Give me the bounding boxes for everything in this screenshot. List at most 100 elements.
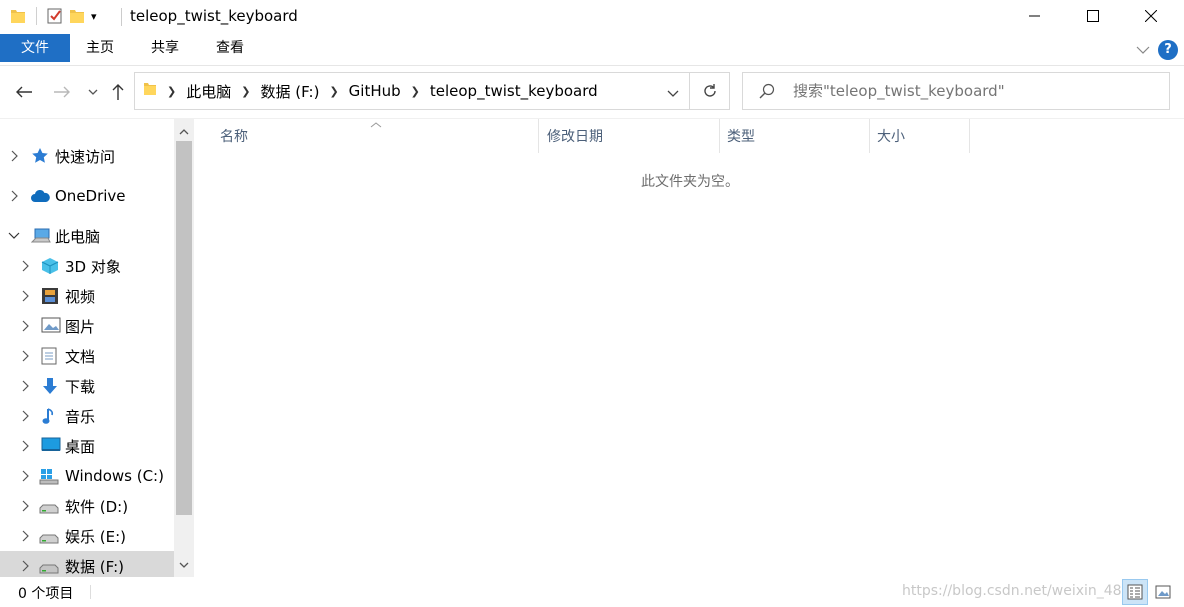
desktop-icon bbox=[41, 437, 61, 455]
breadcrumb: ❯ 此电脑 ❯ 数据 (F:) ❯ GitHub ❯ teleop_twist_… bbox=[143, 73, 604, 109]
tab-share[interactable]: 共享 bbox=[135, 34, 195, 62]
chevron-right-icon[interactable] bbox=[19, 470, 31, 482]
chevron-down-icon bbox=[88, 89, 98, 95]
cube-icon bbox=[41, 257, 59, 275]
large-icons-view-button[interactable] bbox=[1150, 579, 1176, 605]
arrow-left-icon bbox=[16, 86, 32, 98]
sidebar-item-downloads[interactable]: 下载 bbox=[0, 371, 174, 401]
sidebar-item-label: 桌面 bbox=[65, 437, 96, 456]
chevron-right-icon[interactable] bbox=[19, 350, 31, 362]
address-bar[interactable]: ❯ 此电脑 ❯ 数据 (F:) ❯ GitHub ❯ teleop_twist_… bbox=[134, 72, 690, 110]
watermark: https://blog.csdn.net/weixin_48 bbox=[902, 583, 1122, 599]
quick-access-toolbar: ▾ bbox=[10, 7, 97, 25]
chevron-right-icon[interactable] bbox=[19, 380, 31, 392]
scrollbar-thumb[interactable] bbox=[176, 141, 192, 515]
sidebar-item-label: 下载 bbox=[65, 377, 96, 396]
breadcrumb-current[interactable]: teleop_twist_keyboard bbox=[424, 82, 604, 100]
tab-file[interactable]: 文件 bbox=[0, 34, 70, 62]
tab-view[interactable]: 查看 bbox=[200, 34, 260, 62]
refresh-button[interactable] bbox=[690, 72, 730, 110]
chevron-right-icon[interactable] bbox=[8, 190, 20, 202]
chevron-right-icon[interactable]: ❯ bbox=[325, 85, 342, 98]
chevron-right-icon[interactable] bbox=[19, 290, 31, 302]
breadcrumb-this-pc[interactable]: 此电脑 bbox=[180, 81, 237, 102]
expand-ribbon-icon[interactable] bbox=[1136, 43, 1150, 59]
file-list: 名称 修改日期 类型 大小 此文件夹为空。 bbox=[196, 119, 1184, 577]
maximize-button[interactable] bbox=[1064, 0, 1122, 32]
column-header-date-modified[interactable]: 修改日期 bbox=[540, 119, 720, 153]
sidebar-item-3d-objects[interactable]: 3D 对象 bbox=[0, 251, 174, 281]
search-input[interactable] bbox=[793, 81, 1153, 101]
arrow-up-icon bbox=[112, 84, 124, 100]
chevron-right-icon[interactable]: ❯ bbox=[237, 85, 254, 98]
close-button[interactable] bbox=[1122, 0, 1180, 32]
scroll-up-icon[interactable] bbox=[174, 121, 194, 141]
sidebar-item-drive-e[interactable]: 娱乐 (E:) bbox=[0, 521, 174, 551]
scroll-down-icon[interactable] bbox=[174, 555, 194, 575]
chevron-down-icon[interactable] bbox=[8, 230, 20, 242]
refresh-icon bbox=[703, 84, 716, 97]
chevron-right-icon[interactable] bbox=[19, 260, 31, 272]
sidebar-item-videos[interactable]: 视频 bbox=[0, 281, 174, 311]
breadcrumb-github[interactable]: GitHub bbox=[343, 82, 407, 100]
column-header-name[interactable]: 名称 bbox=[213, 119, 539, 153]
sidebar-item-drive-c[interactable]: Windows (C:) bbox=[0, 461, 174, 491]
star-icon bbox=[31, 147, 49, 165]
download-icon bbox=[41, 377, 59, 395]
sidebar-item-label: 图片 bbox=[65, 317, 96, 336]
sidebar-item-documents[interactable]: 文档 bbox=[0, 341, 174, 371]
music-icon bbox=[41, 407, 59, 425]
sidebar-item-label: 视频 bbox=[65, 287, 96, 306]
chevron-right-icon[interactable]: ❯ bbox=[163, 85, 180, 98]
sidebar-item-quick-access[interactable]: 快速访问 bbox=[0, 141, 174, 171]
chevron-right-icon[interactable] bbox=[19, 500, 31, 512]
sidebar-item-label: 数据 (F:) bbox=[65, 557, 124, 576]
sidebar-item-onedrive[interactable]: OneDrive bbox=[0, 181, 174, 211]
sidebar-item-label: Windows (C:) bbox=[65, 467, 164, 485]
chevron-right-icon[interactable] bbox=[19, 530, 31, 542]
chevron-right-icon[interactable] bbox=[8, 150, 20, 162]
address-dropdown-icon[interactable] bbox=[667, 86, 679, 102]
chevron-right-icon[interactable] bbox=[19, 320, 31, 332]
minimize-icon bbox=[1029, 15, 1040, 17]
sidebar-item-music[interactable]: 音乐 bbox=[0, 401, 174, 431]
forward-button[interactable] bbox=[50, 80, 74, 104]
sidebar-item-label: 文档 bbox=[65, 347, 96, 366]
ribbon-tabs: 文件 主页 共享 查看 ? bbox=[0, 34, 1184, 66]
details-view-button[interactable] bbox=[1122, 579, 1148, 605]
up-button[interactable] bbox=[106, 80, 130, 104]
maximize-icon bbox=[1087, 10, 1099, 22]
column-header-size[interactable]: 大小 bbox=[870, 119, 970, 153]
picture-icon bbox=[41, 317, 61, 335]
cloud-icon bbox=[30, 189, 50, 207]
back-button[interactable] bbox=[12, 80, 36, 104]
sidebar-item-pictures[interactable]: 图片 bbox=[0, 311, 174, 341]
chevron-right-icon[interactable]: ❯ bbox=[407, 85, 424, 98]
title-bar: ▾ teleop_twist_keyboard bbox=[0, 0, 1184, 34]
minimize-button[interactable] bbox=[1006, 0, 1064, 32]
sidebar-item-this-pc[interactable]: 此电脑 bbox=[0, 221, 174, 251]
arrow-right-icon bbox=[54, 86, 70, 98]
search-icon bbox=[759, 83, 775, 103]
breadcrumb-drive-f[interactable]: 数据 (F:) bbox=[254, 81, 325, 102]
navigation-scrollbar[interactable] bbox=[174, 119, 194, 577]
search-box[interactable] bbox=[742, 72, 1170, 110]
sidebar-item-drive-f[interactable]: 数据 (F:) bbox=[0, 551, 174, 577]
chevron-right-icon[interactable] bbox=[19, 560, 31, 572]
sidebar-item-drive-d[interactable]: 软件 (D:) bbox=[0, 491, 174, 521]
properties-icon[interactable] bbox=[47, 7, 63, 25]
chevron-right-icon[interactable] bbox=[19, 440, 31, 452]
qat-dropdown-icon[interactable]: ▾ bbox=[91, 10, 97, 23]
column-header-type[interactable]: 类型 bbox=[720, 119, 870, 153]
new-folder-icon[interactable] bbox=[69, 7, 85, 25]
recent-locations-button[interactable] bbox=[81, 80, 105, 104]
chevron-right-icon[interactable] bbox=[19, 410, 31, 422]
sidebar-item-label: 快速访问 bbox=[55, 147, 116, 166]
folder-icon bbox=[143, 81, 157, 101]
tab-home[interactable]: 主页 bbox=[70, 34, 130, 62]
item-count: 0 个项目 bbox=[18, 586, 74, 602]
help-button[interactable]: ? bbox=[1158, 40, 1178, 60]
sidebar-item-label: 此电脑 bbox=[55, 227, 101, 246]
sidebar-item-desktop[interactable]: 桌面 bbox=[0, 431, 174, 461]
details-view-icon bbox=[1127, 584, 1143, 600]
